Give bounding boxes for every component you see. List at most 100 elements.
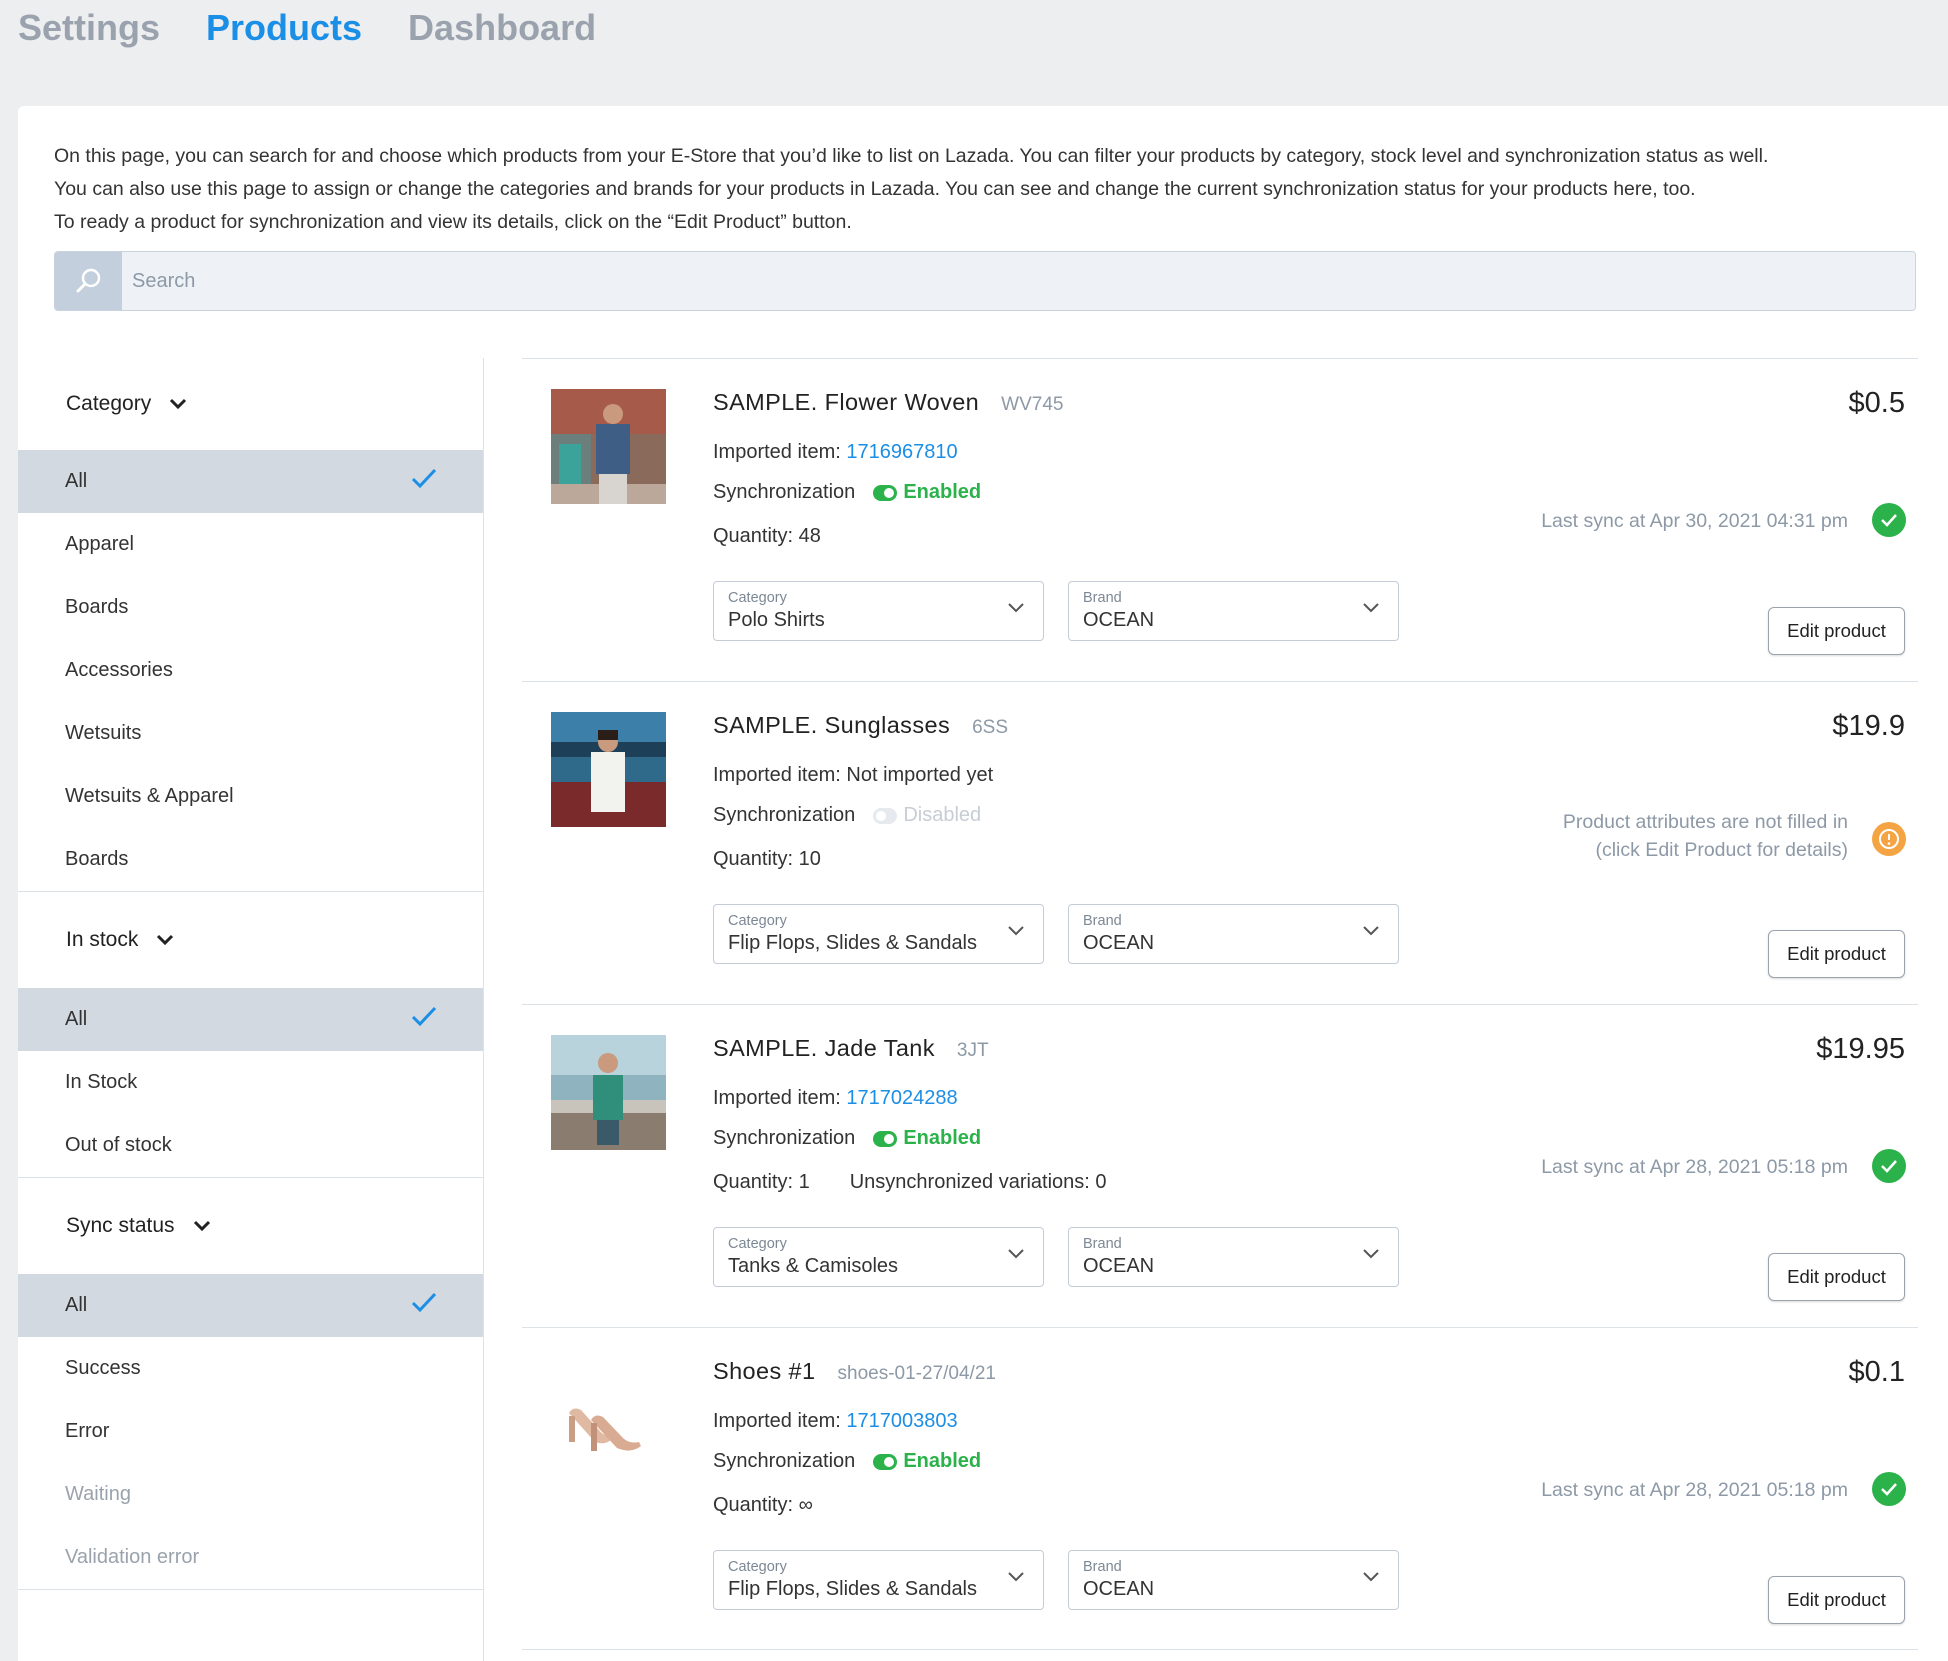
tab-dashboard[interactable]: Dashboard	[408, 0, 596, 60]
sync-option-error[interactable]: Error	[18, 1400, 483, 1463]
product-card: Shoes #1 shoes-01-27/04/21 $0.1 Imported …	[522, 1327, 1918, 1650]
sync-option-all[interactable]: All	[18, 1274, 483, 1337]
select-value: OCEAN	[1083, 609, 1155, 631]
product-image[interactable]	[551, 1358, 666, 1473]
imported-item-text: Not imported yet	[846, 764, 994, 786]
quantity-label: Quantity:	[713, 848, 799, 870]
tab-products[interactable]: Products	[206, 0, 362, 60]
quantity: Quantity: ∞	[713, 1494, 813, 1517]
select-label: Category	[728, 1559, 787, 1575]
edit-product-button[interactable]: Edit product	[1768, 1576, 1905, 1624]
product-title: SAMPLE. Flower Woven	[713, 389, 980, 415]
chevron-down-icon	[1363, 1249, 1379, 1259]
imported-item: Imported item: Not imported yet	[713, 764, 993, 787]
option-label: All	[65, 1008, 88, 1030]
category-select[interactable]: Category Flip Flops, Slides & Sandals	[713, 904, 1044, 964]
success-check-icon	[1872, 503, 1906, 537]
select-value: OCEAN	[1083, 1578, 1155, 1600]
category-option-wetsuits[interactable]: Wetsuits	[18, 702, 483, 765]
category-select[interactable]: Category Flip Flops, Slides & Sandals	[713, 1550, 1044, 1610]
sync-option-success[interactable]: Success	[18, 1337, 483, 1400]
search-button[interactable]	[55, 252, 122, 310]
sync-toggle[interactable]	[873, 1453, 898, 1470]
success-check-icon	[1872, 1472, 1906, 1506]
category-option-boards-2[interactable]: Boards	[18, 828, 483, 891]
sync-state: Disabled	[903, 804, 982, 826]
brand-select[interactable]: Brand OCEAN	[1068, 904, 1399, 964]
imported-item-link[interactable]: 1717003803	[846, 1410, 957, 1432]
sync-label: Synchronization	[713, 1127, 856, 1149]
product-title: SAMPLE. Jade Tank	[713, 1035, 935, 1061]
select-label: Brand	[1083, 1236, 1122, 1252]
category-option-all[interactable]: All	[18, 450, 483, 513]
select-value: Polo Shirts	[728, 609, 825, 631]
category-filter: Category All Apparel Boards Accessories …	[18, 358, 483, 892]
product-name: Shoes #1 shoes-01-27/04/21	[713, 1358, 996, 1385]
select-label: Brand	[1083, 1559, 1122, 1575]
product-image[interactable]	[551, 712, 666, 827]
product-name: SAMPLE. Jade Tank 3JT	[713, 1035, 989, 1062]
edit-product-button[interactable]: Edit product	[1768, 607, 1905, 655]
category-option-boards[interactable]: Boards	[18, 576, 483, 639]
select-value: Flip Flops, Slides & Sandals	[728, 1578, 978, 1600]
tab-settings[interactable]: Settings	[18, 0, 160, 60]
sync-status-filter: Sync status All Success Error Waiting Va…	[18, 1178, 483, 1590]
category-select[interactable]: Category Polo Shirts	[713, 581, 1044, 641]
sync-status-text: Last sync at Apr 28, 2021 05:18 pm	[1541, 1479, 1848, 1501]
stock-filter-toggle[interactable]: In stock	[18, 892, 483, 988]
sync-toggle[interactable]	[873, 807, 898, 824]
brand-select[interactable]: Brand OCEAN	[1068, 1227, 1399, 1287]
sync-status-text: Product attributes are not filled in (cl…	[1563, 808, 1848, 864]
intro-line: To ready a product for synchronization a…	[54, 211, 852, 233]
quantity-label: Quantity:	[713, 525, 799, 547]
chevron-down-icon	[156, 934, 174, 946]
option-label: All	[65, 1294, 88, 1316]
imported-label: Imported item:	[713, 1410, 847, 1432]
imported-item: Imported item: 1717024288	[713, 1087, 958, 1110]
intro-text: On this page, you can search for and cho…	[54, 140, 1914, 239]
stock-option-all[interactable]: All	[18, 988, 483, 1051]
imported-item-link[interactable]: 1717024288	[846, 1087, 957, 1109]
sync-toggle[interactable]	[873, 1130, 898, 1147]
imported-item-link[interactable]: 1716967810	[846, 441, 957, 463]
brand-select[interactable]: Brand OCEAN	[1068, 1550, 1399, 1610]
select-value: Flip Flops, Slides & Sandals	[728, 932, 978, 954]
option-label: All	[65, 470, 88, 492]
product-image[interactable]	[551, 389, 666, 504]
sync-status-filter-toggle[interactable]: Sync status	[18, 1178, 483, 1274]
product-sku: 6SS	[972, 717, 1009, 738]
brand-select[interactable]: Brand OCEAN	[1068, 581, 1399, 641]
stock-filter: In stock All In Stock Out of stock	[18, 892, 483, 1178]
product-card: SAMPLE. Flower Woven WV745 $0.5 Imported …	[522, 358, 1918, 681]
imported-label: Imported item:	[713, 764, 847, 786]
chevron-down-icon	[169, 398, 187, 410]
search-input[interactable]	[122, 252, 1915, 310]
category-filter-toggle[interactable]: Category	[18, 358, 483, 450]
edit-product-button[interactable]: Edit product	[1768, 1253, 1905, 1301]
sync-option-waiting[interactable]: Waiting	[18, 1463, 483, 1526]
category-option-wetsuits-apparel[interactable]: Wetsuits & Apparel	[18, 765, 483, 828]
quantity-value: ∞	[798, 1494, 813, 1516]
sync-toggle[interactable]	[873, 484, 898, 501]
intro-line: You can also use this page to assign or …	[54, 178, 1696, 200]
product-sku: shoes-01-27/04/21	[837, 1363, 996, 1384]
quantity-value: 10	[798, 848, 821, 870]
stock-option-out-of-stock[interactable]: Out of stock	[18, 1114, 483, 1177]
sync-option-validation-error[interactable]: Validation error	[18, 1526, 483, 1589]
stock-option-in-stock[interactable]: In Stock	[18, 1051, 483, 1114]
chevron-down-icon	[1008, 1572, 1024, 1582]
sync-status-text: Last sync at Apr 30, 2021 04:31 pm	[1541, 510, 1848, 532]
sync-state: Enabled	[903, 481, 982, 503]
quantity: Quantity: 10	[713, 848, 821, 871]
category-option-apparel[interactable]: Apparel	[18, 513, 483, 576]
select-label: Category	[728, 913, 787, 929]
chevron-down-icon	[1008, 926, 1024, 936]
product-title: Shoes #1	[713, 1358, 816, 1384]
product-name: SAMPLE. Sunglasses 6SS	[713, 712, 1008, 739]
product-image[interactable]	[551, 1035, 666, 1150]
edit-product-button[interactable]: Edit product	[1768, 930, 1905, 978]
category-select[interactable]: Category Tanks & Camisoles	[713, 1227, 1044, 1287]
category-option-accessories[interactable]: Accessories	[18, 639, 483, 702]
chevron-down-icon	[1363, 926, 1379, 936]
imported-label: Imported item:	[713, 1087, 847, 1109]
